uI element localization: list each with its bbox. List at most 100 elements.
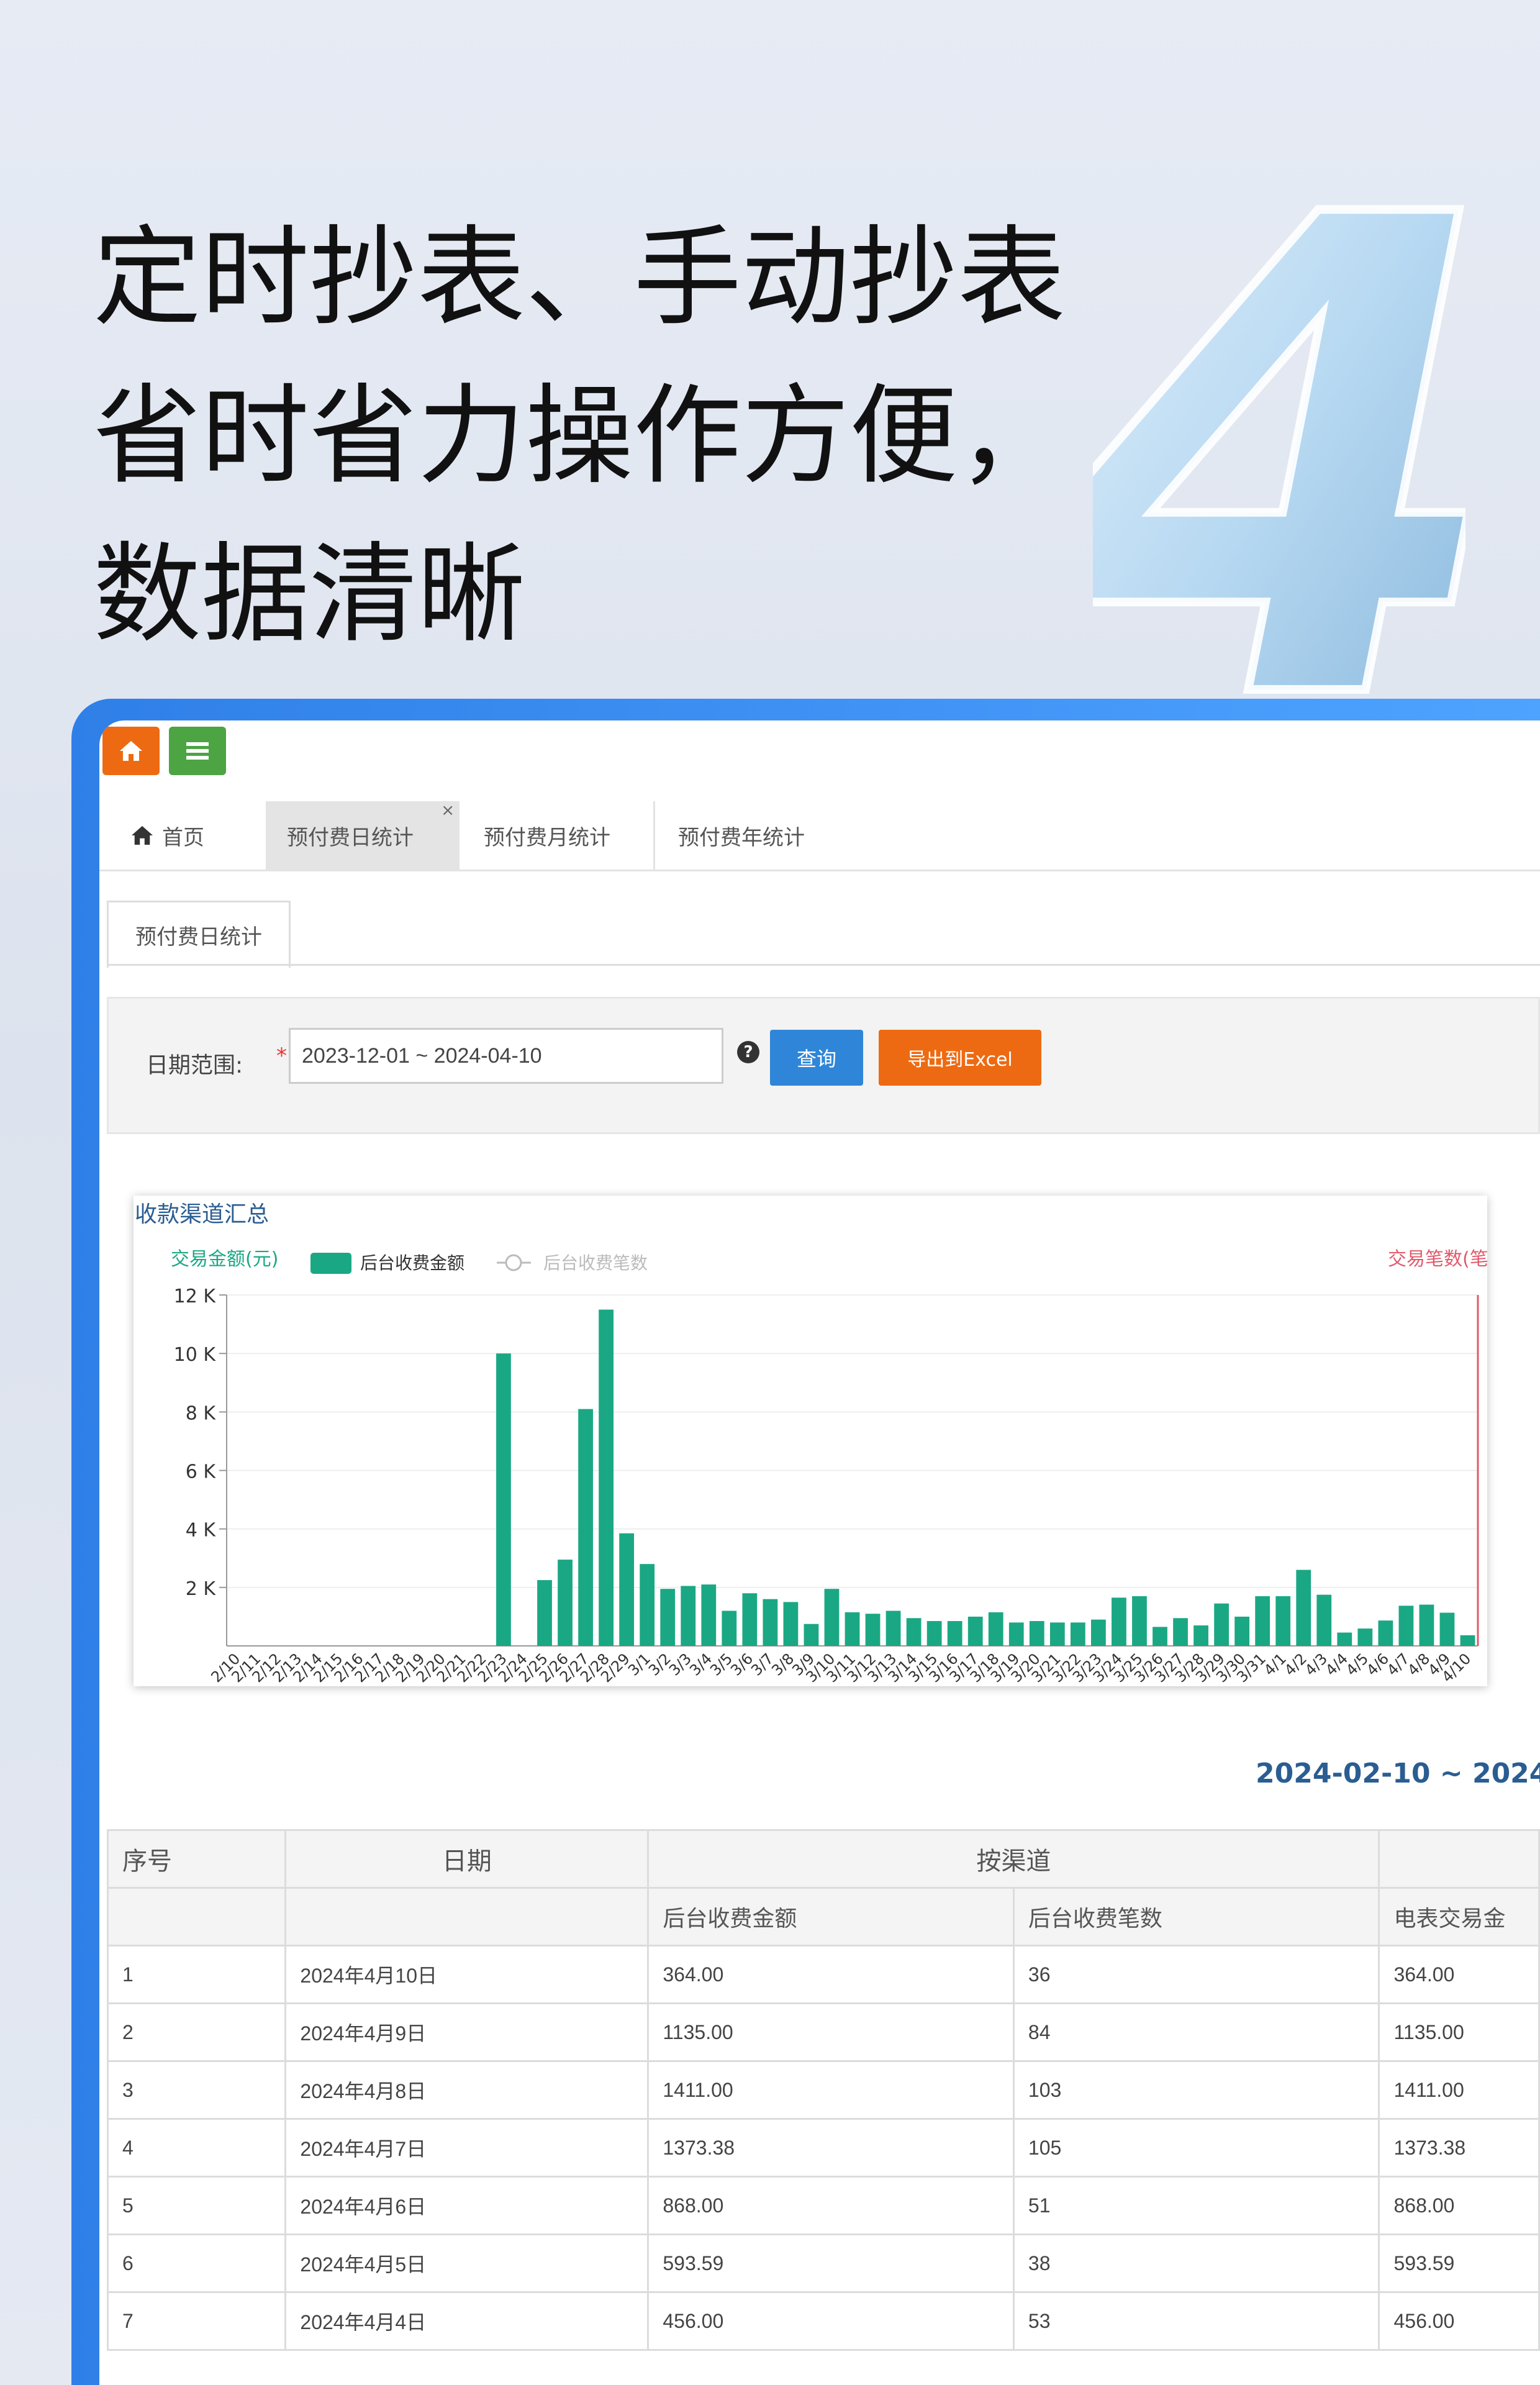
tab-daily-stats[interactable]: 预付费日统计 × (266, 801, 460, 870)
bar[interactable] (640, 1564, 655, 1646)
bar[interactable] (1378, 1620, 1393, 1646)
bar[interactable] (1070, 1622, 1085, 1646)
bar[interactable] (496, 1353, 511, 1646)
bar[interactable] (1255, 1596, 1270, 1646)
bar[interactable] (742, 1593, 758, 1646)
legend-label-count[interactable]: 后台收费笔数 (543, 1253, 648, 1273)
bar[interactable] (537, 1580, 552, 1646)
bar[interactable] (558, 1560, 573, 1646)
table-subheader-row: 后台收费金额 后台收费笔数 电表交易金 (106, 1887, 1540, 1947)
bar[interactable] (988, 1612, 1003, 1646)
bar[interactable] (681, 1586, 696, 1646)
bar[interactable] (1008, 1622, 1024, 1646)
bar[interactable] (1029, 1620, 1044, 1646)
bar[interactable] (1214, 1603, 1229, 1646)
tab-home-label: 首页 (162, 825, 204, 850)
bar[interactable] (722, 1610, 737, 1647)
cell-meter-amount: 1411.00 (1378, 2060, 1540, 2120)
bar[interactable] (1275, 1596, 1291, 1646)
bar[interactable] (824, 1589, 840, 1646)
bar[interactable] (967, 1616, 983, 1646)
table-row[interactable]: 6 2024年4月5日 593.59 38 593.59 (106, 2233, 1540, 2293)
home-icon (132, 825, 153, 845)
bar[interactable] (1460, 1635, 1475, 1646)
bar[interactable] (1091, 1619, 1106, 1646)
headline-line-2: 省时省力操作方便， (93, 373, 1066, 499)
header-index: 序号 (106, 1829, 287, 1889)
bar[interactable] (701, 1584, 717, 1646)
bar[interactable] (1439, 1612, 1455, 1646)
legend-label-amount[interactable]: 后台收费金额 (360, 1253, 464, 1273)
cell-index: 2 (106, 2002, 287, 2062)
table-row[interactable]: 5 2024年4月6日 868.00 51 868.00 (106, 2176, 1540, 2235)
table-row[interactable]: 1 2024年4月10日 364.00 36 364.00 (106, 1945, 1540, 2004)
bar[interactable] (1173, 1618, 1188, 1646)
cell-index: 6 (106, 2233, 287, 2293)
tab-close-icon[interactable]: × (441, 801, 455, 820)
bar[interactable] (1132, 1596, 1147, 1646)
y-tick-label: 4 K (186, 1520, 217, 1542)
home-button[interactable] (102, 727, 160, 775)
bar[interactable] (865, 1614, 881, 1646)
cell-backend-amount: 364.00 (647, 1945, 1015, 2004)
subheader-meter-amount: 电表交易金 (1378, 1887, 1540, 1947)
bar[interactable] (1049, 1622, 1065, 1646)
bar[interactable] (886, 1610, 901, 1647)
bar[interactable] (1357, 1629, 1373, 1646)
tab-yearly-stats[interactable]: 预付费年统计 (657, 801, 856, 870)
bar[interactable] (906, 1618, 922, 1646)
bar[interactable] (763, 1599, 778, 1646)
cell-backend-count: 103 (1012, 2060, 1380, 2120)
bar[interactable] (619, 1533, 635, 1646)
cell-date: 2024年4月4日 (284, 2291, 650, 2351)
bar[interactable] (845, 1612, 860, 1646)
y-axis-label: 交易金额(元) (171, 1248, 278, 1270)
cell-date: 2024年4月5日 (284, 2233, 650, 2293)
tab-home[interactable]: 首页 (109, 801, 273, 870)
cell-index: 5 (106, 2176, 287, 2235)
bar[interactable] (1296, 1570, 1311, 1646)
export-excel-button[interactable]: 导出到Excel (879, 1030, 1041, 1086)
table-row[interactable]: 2 2024年4月9日 1135.00 84 1135.00 (106, 2002, 1540, 2062)
bar[interactable] (1337, 1632, 1352, 1646)
bar[interactable] (578, 1409, 593, 1646)
table-header-row: 序号 日期 按渠道 (106, 1829, 1540, 1889)
chart-title: 收款渠道汇总 (135, 1202, 269, 1227)
subtab-daily-stats[interactable]: 预付费日统计 (107, 901, 291, 968)
bar[interactable] (947, 1620, 962, 1646)
help-icon[interactable]: ? (737, 1041, 759, 1063)
table-row[interactable]: 7 2024年4月4日 456.00 53 456.00 (106, 2291, 1540, 2351)
home-icon (120, 741, 142, 761)
query-button[interactable]: 查询 (770, 1030, 863, 1086)
bar[interactable] (1194, 1625, 1208, 1646)
bar[interactable] (926, 1620, 942, 1646)
bar[interactable] (1153, 1627, 1167, 1646)
bar[interactable] (599, 1309, 614, 1646)
bar[interactable] (783, 1602, 799, 1646)
cell-backend-count: 36 (1012, 1945, 1380, 2004)
y-tick-label: 2 K (186, 1578, 217, 1600)
date-range-input[interactable] (289, 1028, 723, 1084)
cell-meter-amount: 1373.38 (1378, 2118, 1540, 2178)
table-body: 1 2024年4月10日 364.00 36 364.00 2 2024年4月9日 1135.… (106, 1945, 1540, 2351)
cell-meter-amount: 593.59 (1378, 2233, 1540, 2293)
tab-monthly-stats[interactable]: 预付费月统计 (463, 801, 655, 870)
bar[interactable] (1398, 1606, 1414, 1646)
bar[interactable] (1234, 1616, 1250, 1646)
cell-backend-count: 51 (1012, 2176, 1380, 2235)
bar[interactable] (1316, 1594, 1332, 1646)
bar[interactable] (804, 1624, 819, 1646)
bar[interactable] (1112, 1597, 1126, 1646)
table-row[interactable]: 3 2024年4月8日 1411.00 103 1411.00 (106, 2060, 1540, 2120)
subheader-date (284, 1887, 650, 1947)
menu-button[interactable] (169, 727, 226, 775)
header-date: 日期 (284, 1829, 650, 1889)
date-range-caption: 2024-02-10 ~ 2024-04 (1256, 1758, 1540, 1789)
payment-channel-chart: 收款渠道汇总 交易金额(元) 交易笔数(笔 后台收费金额 后台收费笔数 2 K 4… (135, 1202, 1488, 1686)
bar[interactable] (1419, 1604, 1434, 1646)
cell-meter-amount: 364.00 (1378, 1945, 1540, 2004)
bar[interactable] (660, 1589, 676, 1646)
headline-line-3: 数据清晰 (93, 532, 526, 658)
table-row[interactable]: 4 2024年4月7日 1373.38 105 1373.38 (106, 2118, 1540, 2178)
cell-backend-count: 84 (1012, 2002, 1380, 2062)
